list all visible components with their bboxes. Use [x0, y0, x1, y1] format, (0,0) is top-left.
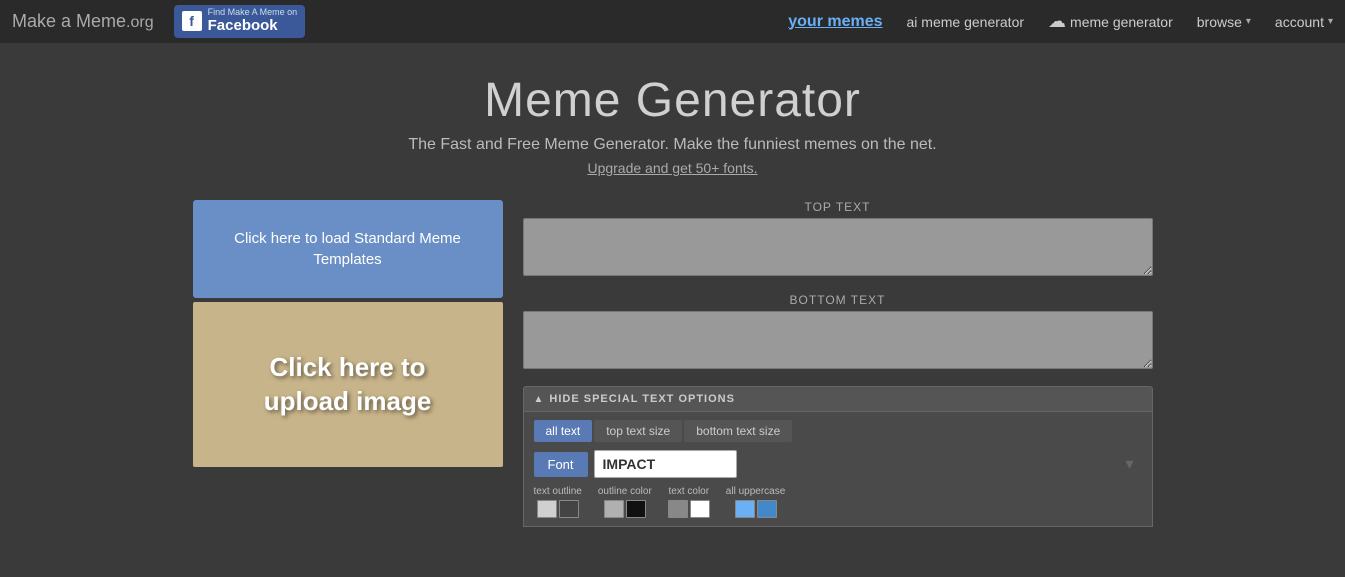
cloud-icon: ☁ [1048, 11, 1066, 32]
hide-options-label: HIDE SPECIAL TEXT OPTIONS [549, 393, 735, 405]
color-options-row: text outline outline color [534, 486, 1142, 518]
tab-all-text[interactable]: all text [534, 420, 593, 442]
upload-image-text: Click here toupload image [264, 351, 432, 419]
facebook-badge[interactable]: f Find Make A Meme on Facebook [174, 5, 306, 37]
nav-browse[interactable]: browse ▾ [1197, 14, 1251, 30]
nav-account[interactable]: account ▾ [1275, 14, 1333, 30]
page-title: Meme Generator [484, 73, 861, 128]
text-size-tabs: all text top text size bottom text size [534, 420, 1142, 442]
outline-color-label: outline color [598, 486, 652, 497]
right-panel: TOP TEXT BOTTOM TEXT ▲ HIDE SPECIAL TEXT… [523, 200, 1153, 527]
tab-bottom-text-size[interactable]: bottom text size [684, 420, 792, 442]
all-uppercase-label: all uppercase [726, 486, 785, 497]
account-dropdown-icon: ▾ [1328, 16, 1333, 27]
nav-meme-generator[interactable]: ☁ meme generator [1048, 11, 1173, 32]
outline-color-swatches [604, 500, 646, 518]
font-label-button[interactable]: Font [534, 452, 588, 477]
form-area: Click here to load Standard Meme Templat… [173, 200, 1173, 527]
outline-color-swatch-2[interactable] [626, 500, 646, 518]
text-color-option: text color [668, 486, 710, 518]
upgrade-link[interactable]: Upgrade and get 50+ fonts. [587, 160, 757, 176]
text-color-swatches [668, 500, 710, 518]
uppercase-swatches [735, 500, 777, 518]
all-uppercase-option: all uppercase [726, 486, 785, 518]
triangle-up-icon: ▲ [534, 394, 544, 405]
special-options-toggle[interactable]: ▲ HIDE SPECIAL TEXT OPTIONS [523, 386, 1153, 412]
site-logo[interactable]: Make a Meme.org [12, 10, 154, 33]
text-color-swatch-1[interactable] [668, 500, 688, 518]
font-select[interactable]: IMPACT Arial Comic Sans Times New Roman … [594, 450, 737, 478]
top-text-input[interactable] [523, 218, 1153, 276]
bottom-text-input[interactable] [523, 311, 1153, 369]
tab-top-text-size[interactable]: top text size [594, 420, 682, 442]
bottom-text-group: BOTTOM TEXT [523, 293, 1153, 374]
browse-dropdown-icon: ▾ [1246, 16, 1251, 27]
facebook-text: Find Make A Meme on Facebook [208, 8, 298, 34]
upload-image-area[interactable]: Click here toupload image [193, 302, 503, 467]
bottom-text-label: BOTTOM TEXT [523, 293, 1153, 307]
text-color-label: text color [669, 486, 710, 497]
left-panel: Click here to load Standard Meme Templat… [193, 200, 503, 467]
text-color-swatch-2[interactable] [690, 500, 710, 518]
page-subtitle: The Fast and Free Meme Generator. Make t… [408, 136, 936, 154]
logo-text-main: Make a Meme [12, 11, 126, 31]
options-panel: all text top text size bottom text size … [523, 412, 1153, 527]
nav-your-memes[interactable]: your memes [788, 13, 882, 31]
top-text-group: TOP TEXT [523, 200, 1153, 281]
top-text-label: TOP TEXT [523, 200, 1153, 214]
header: Make a Meme.org f Find Make A Meme on Fa… [0, 0, 1345, 43]
outline-color-option: outline color [598, 486, 652, 518]
font-row: Font IMPACT Arial Comic Sans Times New R… [534, 450, 1142, 478]
facebook-icon: f [182, 11, 202, 31]
text-outline-option: text outline [534, 486, 582, 518]
load-templates-button[interactable]: Click here to load Standard Meme Templat… [193, 200, 503, 298]
text-outline-swatches [537, 500, 579, 518]
logo-text-suffix: .org [126, 14, 154, 31]
uppercase-swatch-2[interactable] [757, 500, 777, 518]
nav-ai-meme-generator[interactable]: ai meme generator [907, 14, 1025, 30]
fb-bottom-text: Facebook [208, 18, 298, 35]
main-content: Meme Generator The Fast and Free Meme Ge… [0, 43, 1345, 527]
uppercase-swatch-1[interactable] [735, 500, 755, 518]
outline-color-swatch-1[interactable] [604, 500, 624, 518]
outline-swatch-light[interactable] [537, 500, 557, 518]
outline-swatch-dark[interactable] [559, 500, 579, 518]
font-select-wrapper: IMPACT Arial Comic Sans Times New Roman … [594, 450, 1142, 478]
main-nav: your memes ai meme generator ☁ meme gene… [788, 11, 1333, 32]
text-outline-label: text outline [534, 486, 582, 497]
